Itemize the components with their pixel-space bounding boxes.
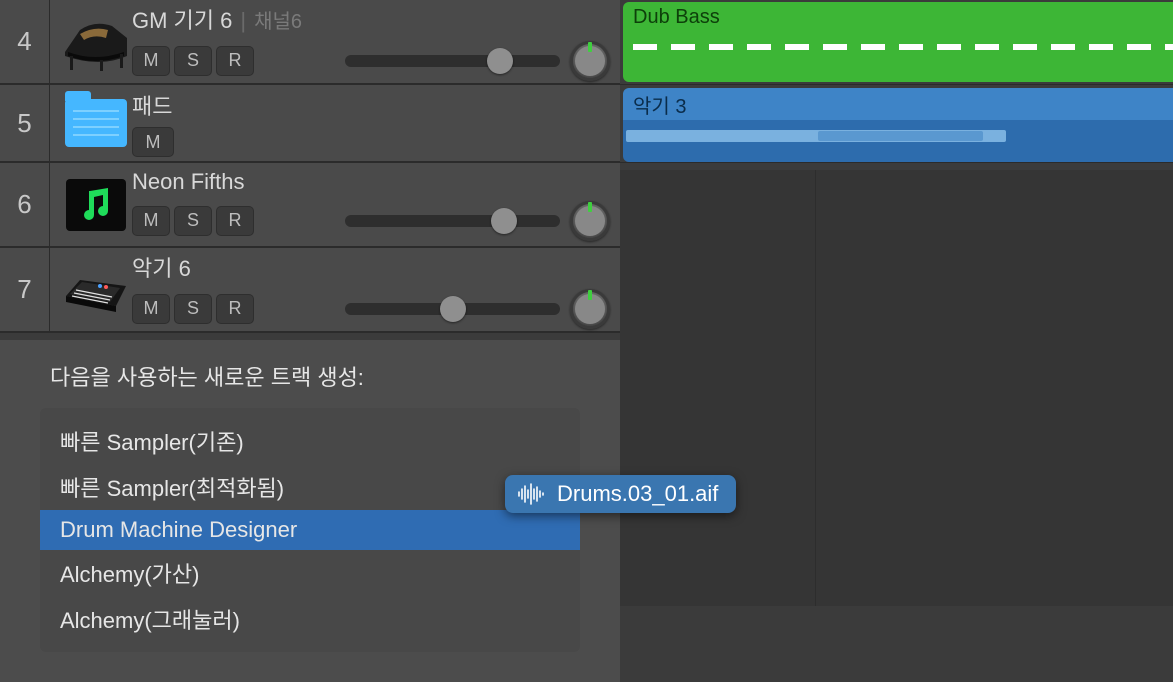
mute-button[interactable]: M xyxy=(132,294,170,324)
pan-knob[interactable] xyxy=(570,41,610,81)
popup-item-quick-sampler-optimized[interactable]: 빠른 Sampler(최적화됨) xyxy=(40,464,580,510)
track-number: 5 xyxy=(0,85,50,162)
arrangement-empty-area[interactable] xyxy=(620,170,1173,606)
solo-button[interactable]: S xyxy=(174,294,212,324)
region-label: 악기 3 xyxy=(623,88,1173,120)
track-channel-label: 채널6 xyxy=(254,5,302,34)
popup-option-list: 빠른 Sampler(기존) 빠른 Sampler(최적화됨) Drum Mac… xyxy=(40,408,580,652)
record-button[interactable]: R xyxy=(216,294,254,324)
popup-item-quick-sampler-original[interactable]: 빠른 Sampler(기존) xyxy=(40,418,580,464)
folder-icon xyxy=(60,92,132,154)
mute-button[interactable]: M xyxy=(132,127,174,157)
track-number: 7 xyxy=(0,248,50,332)
solo-button[interactable]: S xyxy=(174,206,212,236)
music-note-icon xyxy=(60,174,132,236)
mute-button[interactable]: M xyxy=(132,46,170,76)
track-header[interactable]: 악기 6 M S R xyxy=(50,248,620,332)
popup-item-alchemy-additive[interactable]: Alchemy(가산) xyxy=(40,550,580,596)
track-name-label: 악기 6 xyxy=(132,251,191,283)
keyboard-icon xyxy=(60,259,132,321)
pan-knob[interactable] xyxy=(570,201,610,241)
solo-button[interactable]: S xyxy=(174,46,212,76)
pan-knob[interactable] xyxy=(570,289,610,329)
record-button[interactable]: R xyxy=(216,206,254,236)
popup-title: 다음을 사용하는 새로운 트랙 생성: xyxy=(0,354,620,408)
mute-button[interactable]: M xyxy=(132,206,170,236)
drag-file-tag[interactable]: Drums.03_01.aif xyxy=(505,475,736,513)
track-header[interactable]: GM 기기 6 | 채널6 M S R xyxy=(50,0,620,84)
waveform-icon xyxy=(517,483,545,505)
track-number: 6 xyxy=(0,163,50,247)
separator: | xyxy=(240,8,246,34)
piano-icon xyxy=(60,11,132,73)
popup-item-drum-machine-designer[interactable]: Drum Machine Designer xyxy=(40,510,580,550)
track-name-label: 패드 xyxy=(132,89,172,121)
region-instrument-3[interactable]: 악기 3 xyxy=(623,88,1173,162)
region-dub-bass[interactable]: Dub Bass xyxy=(623,2,1173,82)
record-button[interactable]: R xyxy=(216,46,254,76)
midi-content-icon xyxy=(633,44,1173,50)
track-header[interactable]: Neon Fifths M S R xyxy=(50,163,620,247)
track-name-label: GM 기기 6 xyxy=(132,3,232,35)
region-label: Dub Bass xyxy=(623,2,1173,33)
volume-slider[interactable] xyxy=(345,303,560,315)
track-name-label: Neon Fifths xyxy=(132,169,245,195)
track-number: 4 xyxy=(0,0,50,84)
track-header[interactable]: 패드 M xyxy=(50,85,620,162)
volume-slider[interactable] xyxy=(345,55,560,67)
popup-item-alchemy-granular[interactable]: Alchemy(그래눌러) xyxy=(40,596,580,642)
drag-filename-label: Drums.03_01.aif xyxy=(557,481,718,507)
volume-slider[interactable] xyxy=(345,215,560,227)
